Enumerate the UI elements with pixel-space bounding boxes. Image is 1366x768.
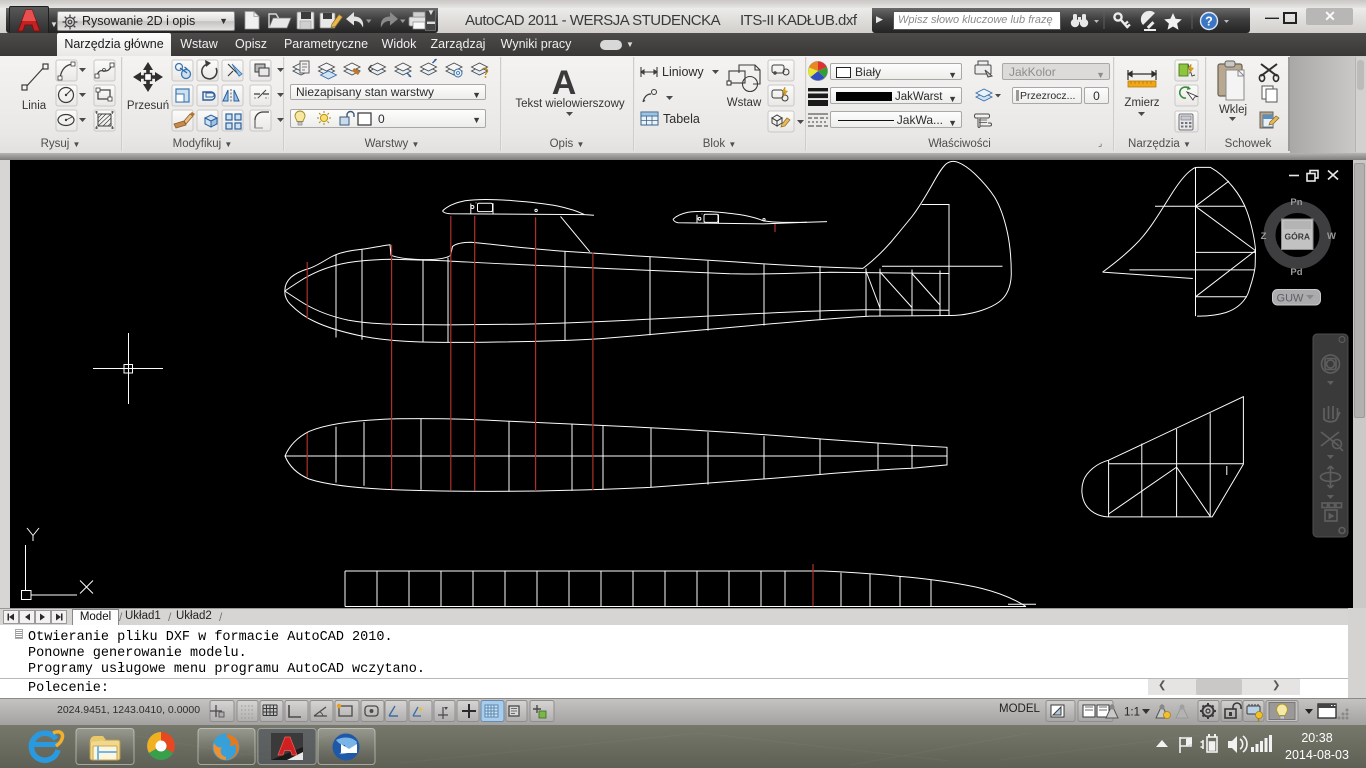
svg-text:W: W	[1327, 231, 1336, 242]
svg-text:Z: Z	[1261, 231, 1267, 242]
svg-text:Zmierz: Zmierz	[1124, 97, 1159, 109]
svg-text:Tekst wielowierszowy: Tekst wielowierszowy	[515, 98, 625, 110]
svg-text:1:1: 1:1	[1124, 707, 1140, 719]
svg-text:0: 0	[378, 112, 385, 126]
svg-text:GÓRA: GÓRA	[1285, 231, 1311, 242]
svg-text:Pd: Pd	[1290, 267, 1302, 278]
svg-text:Przesuń: Przesuń	[127, 100, 169, 112]
svg-text:GUW: GUW	[1277, 293, 1305, 305]
svg-text:?: ?	[1205, 15, 1213, 29]
svg-text:Wstaw: Wstaw	[727, 97, 762, 109]
svg-text:Liniowy: Liniowy	[662, 65, 704, 79]
svg-text:A: A	[552, 64, 577, 102]
svg-text:Linia: Linia	[22, 100, 47, 112]
svg-text:Tabela: Tabela	[663, 112, 700, 126]
svg-text:Pn: Pn	[1290, 197, 1302, 208]
svg-text:Wklej: Wklej	[1219, 104, 1247, 116]
